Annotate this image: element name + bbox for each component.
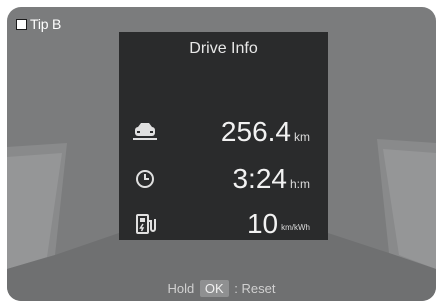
panel-title: Drive Info xyxy=(189,40,258,57)
cluster-screen: Tip B Drive Info 256.4 km 3:24 h:m 10 km… xyxy=(7,7,436,301)
distance-value: 256.4 km xyxy=(220,116,310,147)
hold-label: Hold xyxy=(167,281,195,296)
ok-button[interactable]: OK xyxy=(199,280,229,297)
charging-station-icon xyxy=(136,214,156,234)
distance-row: 256.4 km xyxy=(119,112,328,152)
reset-hint: Hold OK : Reset xyxy=(7,280,436,297)
drive-info-panel: Drive Info 256.4 km 3:24 h:m 10 km/kWh xyxy=(119,32,328,240)
time-value: 3:24 h:m xyxy=(232,163,310,194)
checkbox-icon xyxy=(16,18,27,30)
time-row: 3:24 h:m xyxy=(119,159,328,199)
efficiency-row: 10 km/kWh xyxy=(119,204,328,244)
clock-icon xyxy=(136,170,154,188)
tip-label: Tip B xyxy=(30,16,62,32)
tip-tag: Tip B xyxy=(16,16,61,32)
efficiency-value: 10 km/kWh xyxy=(246,208,310,239)
reset-label: : Reset xyxy=(234,281,276,296)
car-distance-icon xyxy=(133,123,157,140)
